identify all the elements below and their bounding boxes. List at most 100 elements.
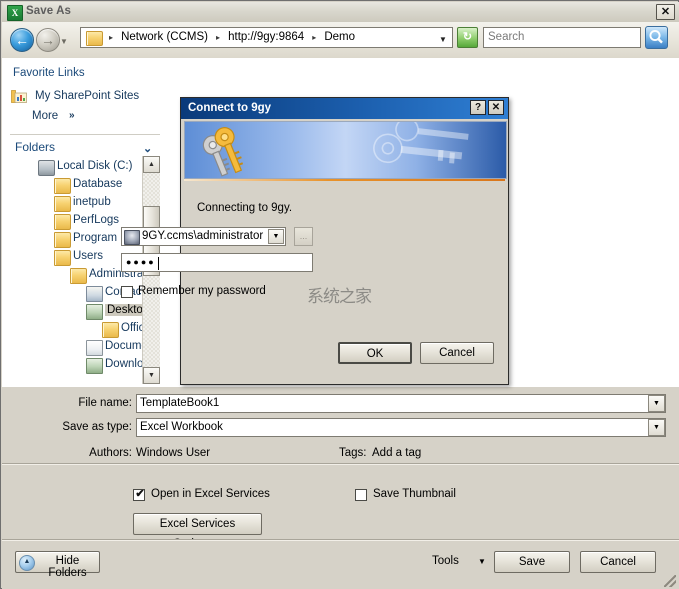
connect-dialog-banner <box>184 121 507 179</box>
folder-icon <box>54 178 71 194</box>
sidebar-more-button[interactable]: More » <box>32 110 75 122</box>
breadcrumb: ▸ Network (CCMS) ▸ http://9gy:9864 ▸ Dem… <box>105 28 356 47</box>
authors-value[interactable]: Windows User <box>136 447 210 459</box>
excel-options-area: Open in Excel Services Save Thumbnail Ex… <box>2 463 679 550</box>
save-button[interactable]: Save <box>494 551 570 573</box>
navigation-bar: ← → ▼ ▸ Network (CCMS) ▸ http://9gy:9864… <box>2 22 679 59</box>
chevron-down-icon[interactable]: ▼ <box>268 229 284 244</box>
tree-item-label: inetpub <box>73 196 111 208</box>
text-caret <box>158 257 159 270</box>
sidebar-item-label: My SharePoint Sites <box>35 90 140 102</box>
search-input[interactable]: Search <box>483 27 641 48</box>
chevron-down-icon[interactable]: ▼ <box>648 395 665 412</box>
password-masked-value: ●●●● <box>126 257 156 267</box>
address-bar[interactable]: ▸ Network (CCMS) ▸ http://9gy:9864 ▸ Dem… <box>80 27 435 48</box>
tags-value[interactable]: Add a tag <box>372 447 421 459</box>
file-name-input[interactable]: TemplateBook1 ▼ <box>136 394 666 413</box>
user-avatar-icon <box>124 230 140 245</box>
chevron-down-icon[interactable]: ▼ <box>648 419 665 436</box>
scroll-down-button[interactable]: ▼ <box>143 367 160 384</box>
forward-arrow-icon: → <box>41 32 55 48</box>
tree-item[interactable]: inetpub <box>2 194 149 212</box>
close-icon[interactable]: ✕ <box>656 4 675 20</box>
tree-item-label: Database <box>73 178 123 190</box>
search-icon[interactable] <box>645 26 668 49</box>
save-as-type-select[interactable]: Excel Workbook ▼ <box>136 418 666 437</box>
chevron-right-icon: » <box>69 110 75 121</box>
close-icon[interactable]: ✕ <box>488 100 504 115</box>
cancel-button[interactable]: Cancel <box>580 551 656 573</box>
tree-item[interactable]: Database <box>2 176 149 194</box>
recent-pages-dropdown[interactable]: ▼ <box>60 37 68 46</box>
checkbox-icon <box>133 487 146 501</box>
excel-services-options-button[interactable]: Excel Services Options... <box>133 513 262 550</box>
help-icon[interactable]: ? <box>470 100 486 115</box>
checkbox-icon <box>355 489 367 501</box>
folder-icon <box>70 268 87 284</box>
authors-label: Authors: <box>89 447 132 459</box>
sidebar-item-my-sharepoint-sites[interactable]: My SharePoint Sites <box>11 89 139 107</box>
folders-header[interactable]: Folders <box>15 140 55 154</box>
tree-item[interactable]: Office 2 <box>2 320 149 338</box>
connect-ok-button[interactable]: OK <box>338 342 412 364</box>
resize-grip-icon[interactable] <box>664 575 676 587</box>
folder-icon <box>54 196 71 212</box>
refresh-icon[interactable]: ↻ <box>457 27 478 48</box>
folder-tree: Local Disk (C:) Database inetpub PerfLogs Pr… <box>2 158 149 386</box>
save-as-type-value: Excel Workbook <box>140 421 223 433</box>
tree-item[interactable]: Document <box>2 338 149 356</box>
banner-accent-rule <box>184 179 505 181</box>
connect-cancel-button[interactable]: Cancel <box>420 342 494 364</box>
chevron-down-icon[interactable]: ⌄ <box>143 142 152 155</box>
tree-item[interactable]: Local Disk (C:) <box>2 158 149 176</box>
hide-folders-label: Hide Folders <box>48 555 87 579</box>
password-field[interactable]: ●●●● <box>121 253 313 272</box>
tree-item[interactable]: Downloads <box>2 356 149 374</box>
save-thumbnail-label: Save Thumbnail <box>373 488 456 500</box>
folder-icon <box>54 250 71 266</box>
sharepoint-sites-icon <box>11 90 27 103</box>
folder-icon <box>86 31 103 46</box>
chevron-down-icon[interactable]: ▼ <box>478 557 486 566</box>
file-name-label: File name: <box>78 397 132 409</box>
open-in-excel-services-label: Open in Excel Services <box>151 488 270 500</box>
sidebar-more-label: More <box>32 110 59 122</box>
chevron-down-icon: ▼ <box>439 35 447 44</box>
breadcrumb-item-demo[interactable]: Demo <box>323 28 356 47</box>
documents-icon <box>86 340 103 356</box>
save-form-area: File name: TemplateBook1 ▼ Save as type:… <box>2 386 679 464</box>
disk-icon <box>38 160 55 176</box>
tags-label: Tags: <box>339 447 367 459</box>
file-name-value: TemplateBook1 <box>140 397 220 409</box>
desktop-folder-icon <box>86 304 103 320</box>
breadcrumb-item-host[interactable]: http://9gy:9864 <box>227 28 305 47</box>
address-dropdown-button[interactable]: ▼ <box>435 27 453 48</box>
folder-icon <box>54 214 71 230</box>
remember-password-label: Remember my password <box>138 285 266 297</box>
breadcrumb-item-network[interactable]: Network (CCMS) <box>120 28 209 47</box>
page-title: Save As <box>26 5 72 17</box>
user-name-input[interactable]: 9GY.ccms\administrator ▼ <box>121 227 286 246</box>
save-as-window: X Save As ✕ ← → ▼ ▸ Network (CCMS) ▸ htt… <box>0 0 679 589</box>
contacts-icon <box>86 286 103 302</box>
user-name-value: 9GY.ccms\administrator <box>142 230 264 242</box>
checkbox-icon <box>121 286 133 298</box>
save-as-type-label: Save as type: <box>62 421 132 433</box>
back-button[interactable]: ← <box>10 28 34 52</box>
dialog-footer: ▲ Hide Folders Tools ▼ Save Cancel <box>2 539 679 589</box>
tree-item[interactable]: Desktop <box>2 302 149 320</box>
favorite-links-header: Favorite Links <box>13 67 85 79</box>
breadcrumb-separator-0: ▸ <box>109 33 114 42</box>
tree-item-label: PerfLogs <box>73 214 120 226</box>
forward-button[interactable]: → <box>36 28 60 52</box>
tree-item-label: Local Disk (C:) <box>57 160 133 172</box>
connecting-status-text: Connecting to 9gy. <box>197 202 293 214</box>
triangle-up-icon: ▲ <box>19 555 35 571</box>
downloads-icon <box>86 358 103 374</box>
excel-icon: X <box>7 5 23 21</box>
sidebar-divider <box>10 134 160 135</box>
hide-folders-button[interactable]: ▲ Hide Folders <box>15 551 100 579</box>
scroll-up-button[interactable]: ▲ <box>143 156 160 173</box>
browse-users-button[interactable]: ... <box>294 227 313 246</box>
folder-icon <box>102 322 119 338</box>
